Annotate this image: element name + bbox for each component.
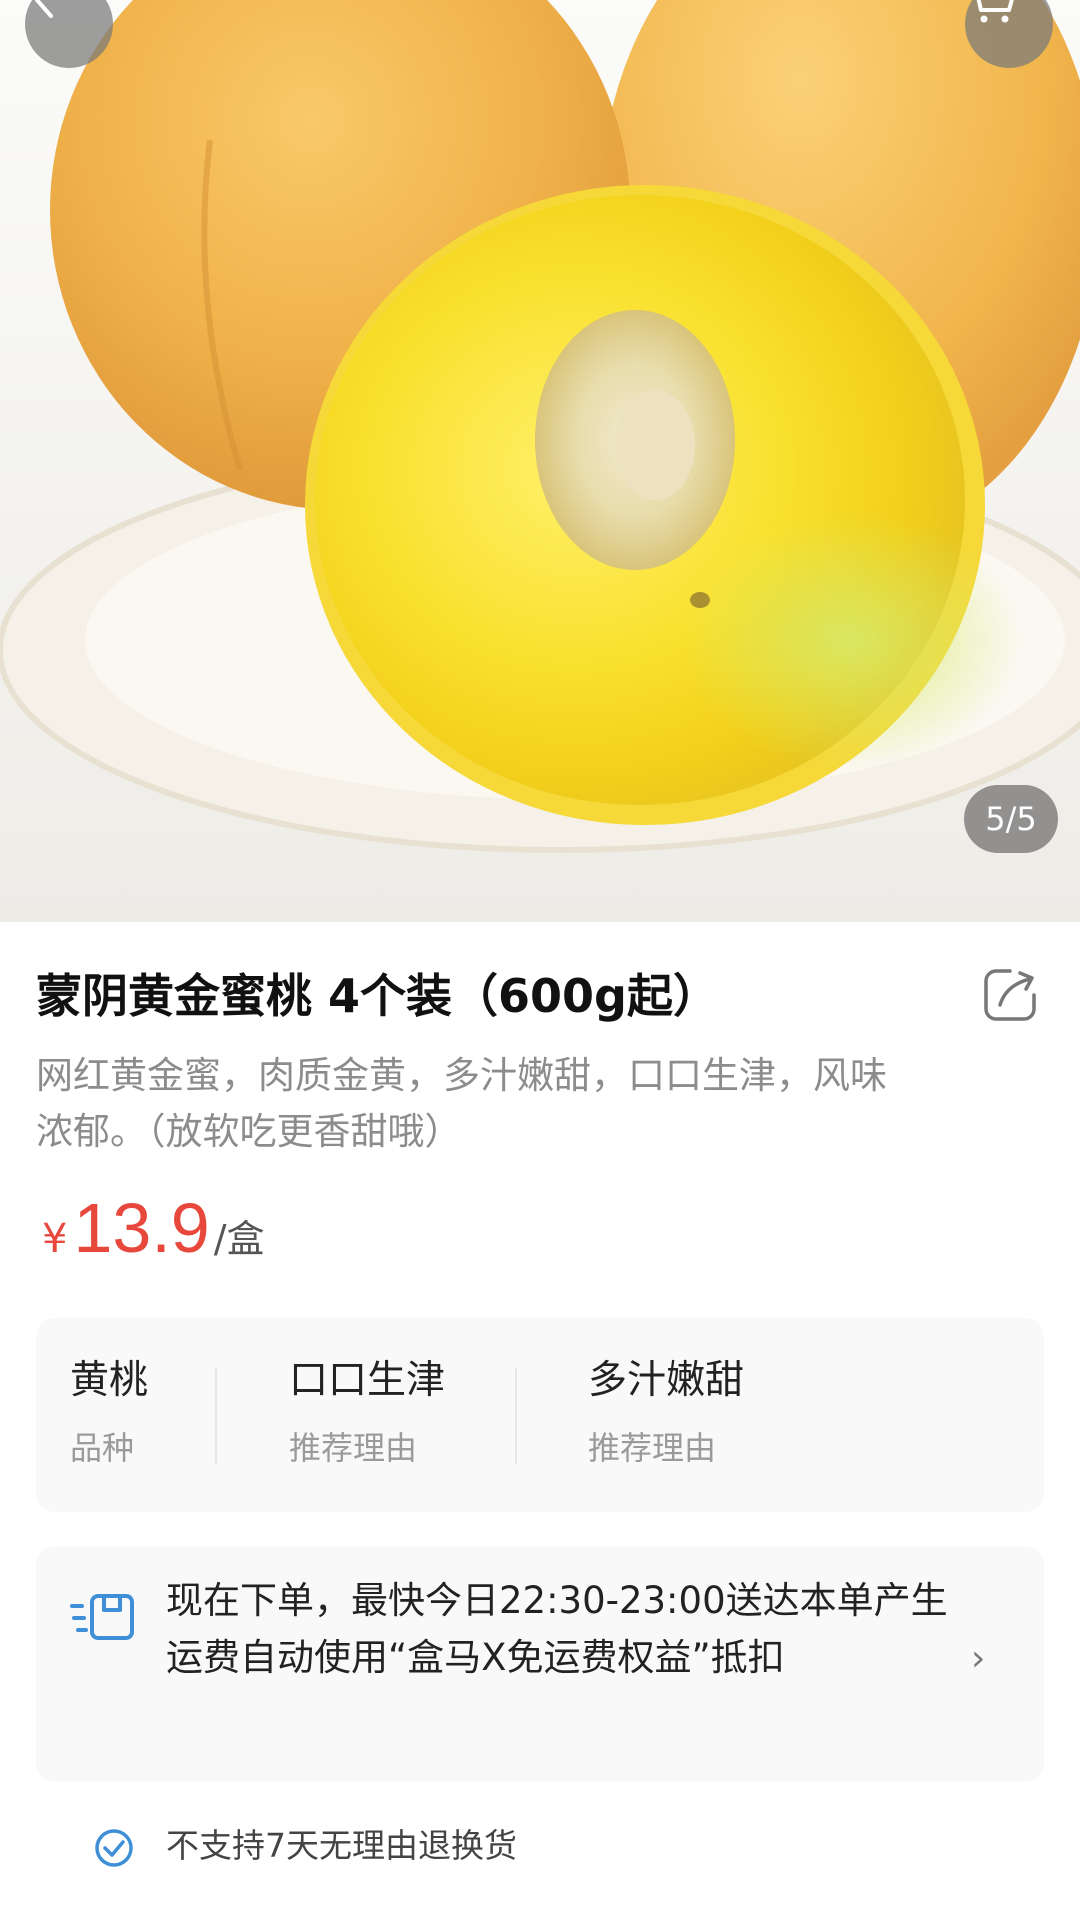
check-circle-icon	[95, 1829, 133, 1867]
product-subtitle: 网红黄金蜜，肉质金黄，多汁嫩甜，口口生津，风味浓郁。（放软吃更香甜哦）	[36, 1054, 887, 1153]
product-photo	[0, 0, 1080, 853]
share-icon	[984, 969, 1036, 1021]
attribute-reason-1: 口口生津 推荐理由	[289, 1356, 445, 1470]
attribute-label: 品种	[70, 1429, 135, 1467]
share-button[interactable]	[980, 965, 1040, 1025]
attribute-reason-2: 多汁嫩甜 推荐理由	[588, 1356, 744, 1470]
attribute-value: 多汁嫩甜	[588, 1358, 745, 1403]
delivery-text: 现在下单，最快今日22:30-23:00送达本单产生运费自动使用“盒马X免运费权…	[166, 1579, 948, 1679]
currency-symbol: ¥	[42, 1216, 68, 1262]
attribute-label: 推荐理由	[588, 1429, 717, 1467]
return-policy-text: 不支持7天无理由退换货	[166, 1826, 517, 1865]
attribute-variety: 黄桃 品种	[70, 1356, 148, 1470]
image-page-indicator: 5/5	[964, 785, 1058, 853]
product-image-gallery[interactable]: 5/5	[0, 0, 1080, 922]
shopping-cart-icon	[976, 0, 1014, 23]
divider	[515, 1368, 517, 1464]
price-unit: /盒	[213, 1217, 265, 1261]
price-value: 13.9	[73, 1189, 210, 1267]
attribute-label: 推荐理由	[289, 1429, 418, 1467]
product-title: 蒙阴黄金蜜桃 4个装（600g起）	[36, 969, 719, 1023]
attribute-value: 黄桃	[70, 1358, 149, 1403]
chevron-right-icon: ›	[971, 1638, 986, 1679]
product-detail-page: 5/5 蒙阴黄金蜜桃 4个装（600g起） 网红黄金蜜，肉质金黄，多汁嫩甜，口口…	[0, 0, 1080, 1920]
delivery-box-icon	[70, 1594, 134, 1640]
chevron-left-icon	[35, 0, 53, 18]
delivery-info[interactable]: 现在下单，最快今日22:30-23:00送达本单产生运费自动使用“盒马X免运费权…	[36, 1546, 1044, 1782]
divider	[215, 1368, 217, 1464]
price: ¥13.9/盒	[42, 1188, 265, 1268]
attribute-value: 口口生津	[289, 1358, 446, 1403]
product-attributes: 黄桃 品种 口口生津 推荐理由 多汁嫩甜 推荐理由	[36, 1318, 1044, 1512]
